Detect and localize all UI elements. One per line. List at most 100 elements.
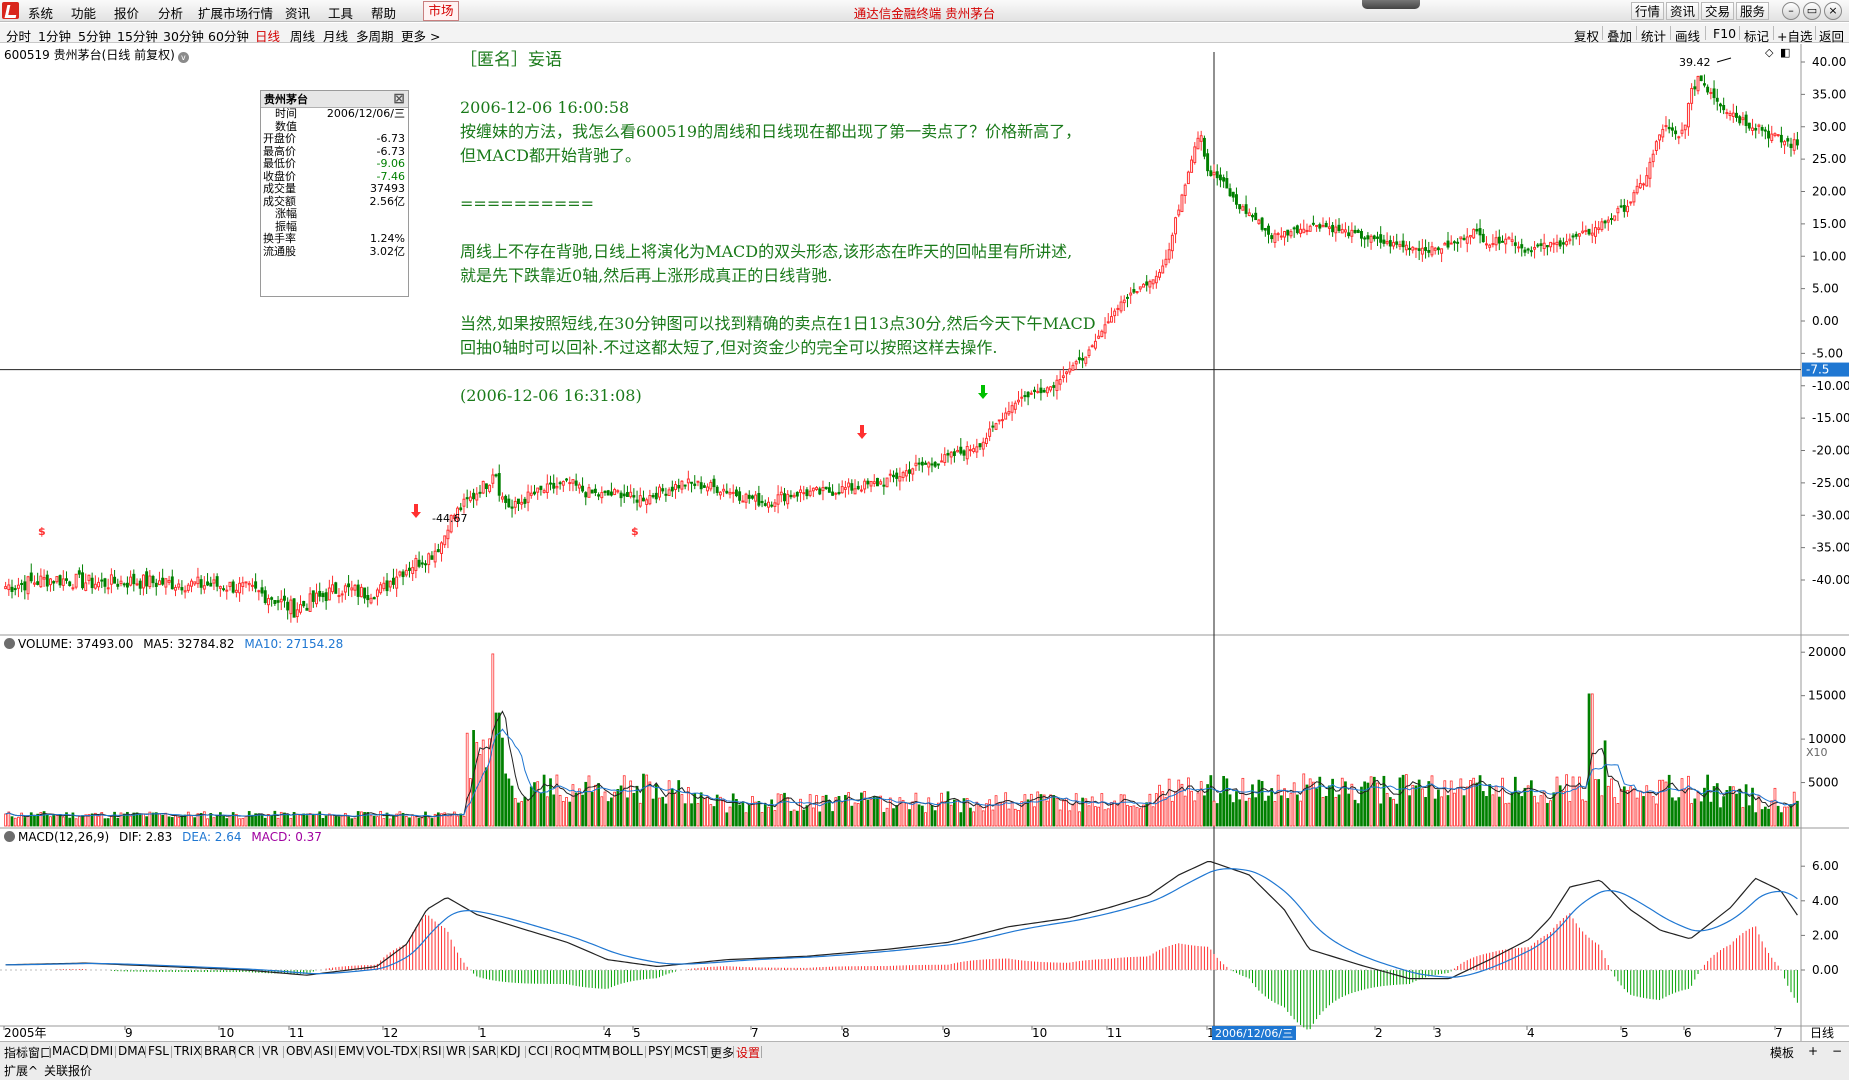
tool-overlay[interactable]: 叠加	[1607, 26, 1632, 45]
menu-quote[interactable]: 报价	[114, 3, 139, 22]
volume-bar	[780, 795, 782, 826]
volume-bar	[213, 818, 215, 826]
tab-mtm[interactable]: MTM	[582, 1044, 610, 1058]
divider	[671, 1046, 672, 1058]
volume-bar	[428, 818, 430, 826]
period-tab-weekly[interactable]: 周线	[290, 26, 315, 45]
period-tab-15min[interactable]: 15分钟	[117, 26, 158, 45]
menu-news[interactable]: 资讯	[285, 3, 310, 22]
volume-bar	[1264, 801, 1266, 826]
tab-kdj[interactable]: KDJ	[500, 1044, 521, 1058]
menu-tools[interactable]: 工具	[328, 3, 353, 22]
tab-mcst[interactable]: MCST	[674, 1044, 708, 1058]
period-tab-5min[interactable]: 5分钟	[78, 26, 111, 45]
panel-menu-icon[interactable]	[4, 638, 15, 649]
divider	[363, 1046, 364, 1058]
period-tab-1min[interactable]: 1分钟	[38, 26, 71, 45]
tool-add-favorite[interactable]: +自选	[1777, 26, 1812, 45]
period-tab-multi[interactable]: 多周期	[356, 26, 394, 45]
tab-dmi[interactable]: DMI	[90, 1044, 113, 1058]
period-tab-monthly[interactable]: 月线	[323, 26, 348, 45]
close-icon[interactable]: ⊠	[393, 91, 405, 108]
volume-bar	[553, 795, 555, 826]
volume-bar	[1598, 780, 1600, 826]
divider	[497, 1046, 498, 1058]
volume-bar	[1739, 789, 1741, 826]
panel-menu-icon[interactable]	[4, 831, 15, 842]
tool-statistics[interactable]: 统计	[1641, 26, 1666, 45]
candle-body	[495, 475, 497, 476]
tab-vr[interactable]: VR	[262, 1044, 279, 1058]
volume-bar	[918, 805, 920, 826]
zoom-in-button[interactable]: +	[1808, 1044, 1818, 1058]
dropdown-icon[interactable]: v	[178, 52, 189, 63]
tab-sar[interactable]: SAR	[472, 1044, 496, 1058]
price-tick-label: 40.00	[1812, 55, 1846, 69]
tab-brar[interactable]: BRAR	[204, 1044, 237, 1058]
tab-extend[interactable]: 扩展^	[4, 1062, 38, 1079]
restore-icon[interactable]: ▭	[1803, 2, 1821, 20]
menu-analysis[interactable]: 分析	[158, 3, 183, 22]
tool-back[interactable]: 返回	[1819, 26, 1844, 45]
candle-body	[623, 494, 625, 496]
period-tab-timeshare[interactable]: 分时	[6, 26, 31, 45]
time-tick-label: 5	[1621, 1026, 1629, 1040]
volume-bar	[146, 817, 148, 826]
tool-f10[interactable]: F10	[1713, 26, 1736, 41]
tab-macd[interactable]: MACD	[52, 1044, 88, 1058]
annotation-line	[460, 216, 1220, 240]
close-icon[interactable]: ×	[1824, 2, 1842, 20]
volume-bar	[1050, 795, 1052, 826]
quote-button[interactable]: 行情	[1631, 2, 1664, 20]
template-button[interactable]: 模板	[1770, 1044, 1794, 1061]
period-tab-30min[interactable]: 30分钟	[163, 26, 204, 45]
volume-bar	[697, 804, 699, 826]
tab-dma[interactable]: DMA	[118, 1044, 146, 1058]
tab-rsi[interactable]: RSI	[422, 1044, 442, 1058]
tab-更多[interactable]: 更多	[710, 1044, 734, 1061]
volume-bar	[751, 796, 753, 826]
tab-psy[interactable]: PSY	[648, 1044, 670, 1058]
tool-mark[interactable]: 标记	[1744, 26, 1769, 45]
candle-body	[239, 583, 241, 592]
menu-function[interactable]: 功能	[71, 3, 96, 22]
tab-fsl[interactable]: FSL	[148, 1044, 169, 1058]
candle-body	[300, 605, 302, 613]
tool-draw[interactable]: 画线	[1675, 26, 1700, 45]
tab-cr[interactable]: CR	[238, 1044, 255, 1058]
volume-bar	[1319, 777, 1321, 826]
tab-wr[interactable]: WR	[446, 1044, 466, 1058]
tab-设置[interactable]: 设置	[736, 1044, 760, 1061]
tab-trix[interactable]: TRIX	[174, 1044, 201, 1058]
menu-ext-market[interactable]: 扩展市场行情	[198, 3, 273, 22]
tab-asi[interactable]: ASI	[314, 1044, 333, 1058]
zoom-out-button[interactable]: −	[1832, 1044, 1842, 1058]
tab-cci[interactable]: CCI	[528, 1044, 548, 1058]
menu-system[interactable]: 系统	[28, 3, 53, 22]
candle-body	[1486, 244, 1488, 245]
service-button[interactable]: 服务	[1736, 2, 1769, 20]
tab-related-quotes[interactable]: 关联报价	[44, 1062, 92, 1079]
minimize-icon[interactable]: –	[1782, 2, 1800, 20]
tab-boll[interactable]: BOLL	[612, 1044, 643, 1058]
volume-bar	[530, 787, 532, 826]
tab-obv[interactable]: OBV	[286, 1044, 312, 1058]
divider	[49, 1046, 50, 1058]
menu-help[interactable]: 帮助	[371, 3, 396, 22]
app-logo-icon[interactable]	[2, 2, 19, 19]
volume-bar	[828, 800, 830, 826]
trade-button[interactable]: 交易	[1701, 2, 1734, 20]
period-tab-more[interactable]: 更多 >	[401, 26, 440, 45]
news-button[interactable]: 资讯	[1666, 2, 1699, 20]
tab-emv[interactable]: EMV	[338, 1044, 364, 1058]
market-button[interactable]: 市场	[423, 1, 459, 21]
period-tab-daily[interactable]: 日线	[255, 26, 280, 45]
volume-bar	[1681, 779, 1683, 826]
candle-body	[66, 579, 68, 581]
divider	[707, 1046, 708, 1058]
tab-roc[interactable]: ROC	[554, 1044, 580, 1058]
period-tab-60min[interactable]: 60分钟	[208, 26, 249, 45]
tool-restore-rights[interactable]: 复权	[1574, 26, 1599, 45]
tab-vol-tdx[interactable]: VOL-TDX	[366, 1044, 418, 1058]
candle-body	[1460, 237, 1462, 239]
